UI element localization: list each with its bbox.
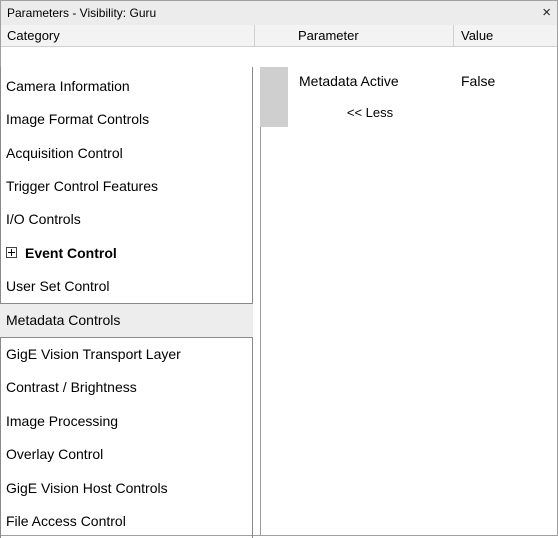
category-label: Image Format Controls xyxy=(6,111,150,127)
parameter-value[interactable]: False xyxy=(461,68,495,95)
value-column-header[interactable]: Value xyxy=(454,25,557,47)
category-label: Metadata Controls xyxy=(6,312,121,328)
header-gap xyxy=(255,25,290,47)
category-label: Event Control xyxy=(25,245,117,261)
row-header-gutter xyxy=(260,67,288,127)
less-button[interactable]: << Less xyxy=(288,99,452,126)
category-item-overlay-control[interactable]: Overlay Control xyxy=(0,438,253,471)
category-label: Acquisition Control xyxy=(6,145,123,161)
parameter-column-header[interactable]: Parameter xyxy=(290,25,454,47)
parameter-name[interactable]: Metadata Active xyxy=(299,68,399,95)
plus-box-icon[interactable] xyxy=(6,246,17,258)
title-bar: Parameters - Visibility: Guru × xyxy=(1,1,557,26)
category-item-event-control[interactable]: Event Control xyxy=(0,237,253,270)
category-item-trigger-control-features[interactable]: Trigger Control Features xyxy=(0,170,253,203)
category-item-image-format-controls[interactable]: Image Format Controls xyxy=(0,103,253,136)
category-item-metadata-controls[interactable]: Metadata Controls xyxy=(0,304,253,337)
category-item-user-set-control[interactable]: User Set Control xyxy=(0,270,253,303)
category-item-file-access-control[interactable]: File Access Control xyxy=(0,505,253,538)
category-item-camera-information[interactable]: Camera Information xyxy=(0,70,253,103)
category-header-label: Category xyxy=(7,28,60,43)
category-label: User Set Control xyxy=(6,278,110,294)
category-item-gige-vision-host-controls[interactable]: GigE Vision Host Controls xyxy=(0,472,253,505)
value-header-label: Value xyxy=(461,28,494,43)
category-label: Trigger Control Features xyxy=(6,178,158,194)
category-label: GigE Vision Transport Layer xyxy=(6,346,181,362)
pane-divider xyxy=(260,67,261,536)
category-label: Image Processing xyxy=(6,413,119,429)
category-label: File Access Control xyxy=(6,513,126,529)
category-column-header[interactable]: Category xyxy=(1,25,255,47)
category-item-image-processing[interactable]: Image Processing xyxy=(0,405,253,438)
category-item-acquisition-control[interactable]: Acquisition Control xyxy=(0,137,253,170)
parameter-header-label: Parameter xyxy=(298,28,359,43)
close-icon[interactable]: × xyxy=(542,1,551,24)
category-item-contrast-brightness[interactable]: Contrast / Brightness xyxy=(0,371,253,404)
window-title: Parameters - Visibility: Guru xyxy=(7,6,157,20)
category-label: Camera Information xyxy=(6,78,130,94)
category-label: I/O Controls xyxy=(6,211,81,227)
category-label: GigE Vision Host Controls xyxy=(6,480,168,496)
category-label: Overlay Control xyxy=(6,446,104,462)
category-item-gige-vision-transport-layer[interactable]: GigE Vision Transport Layer xyxy=(0,338,253,371)
category-item-io-controls[interactable]: I/O Controls xyxy=(0,203,253,236)
category-label: Contrast / Brightness xyxy=(6,379,137,395)
